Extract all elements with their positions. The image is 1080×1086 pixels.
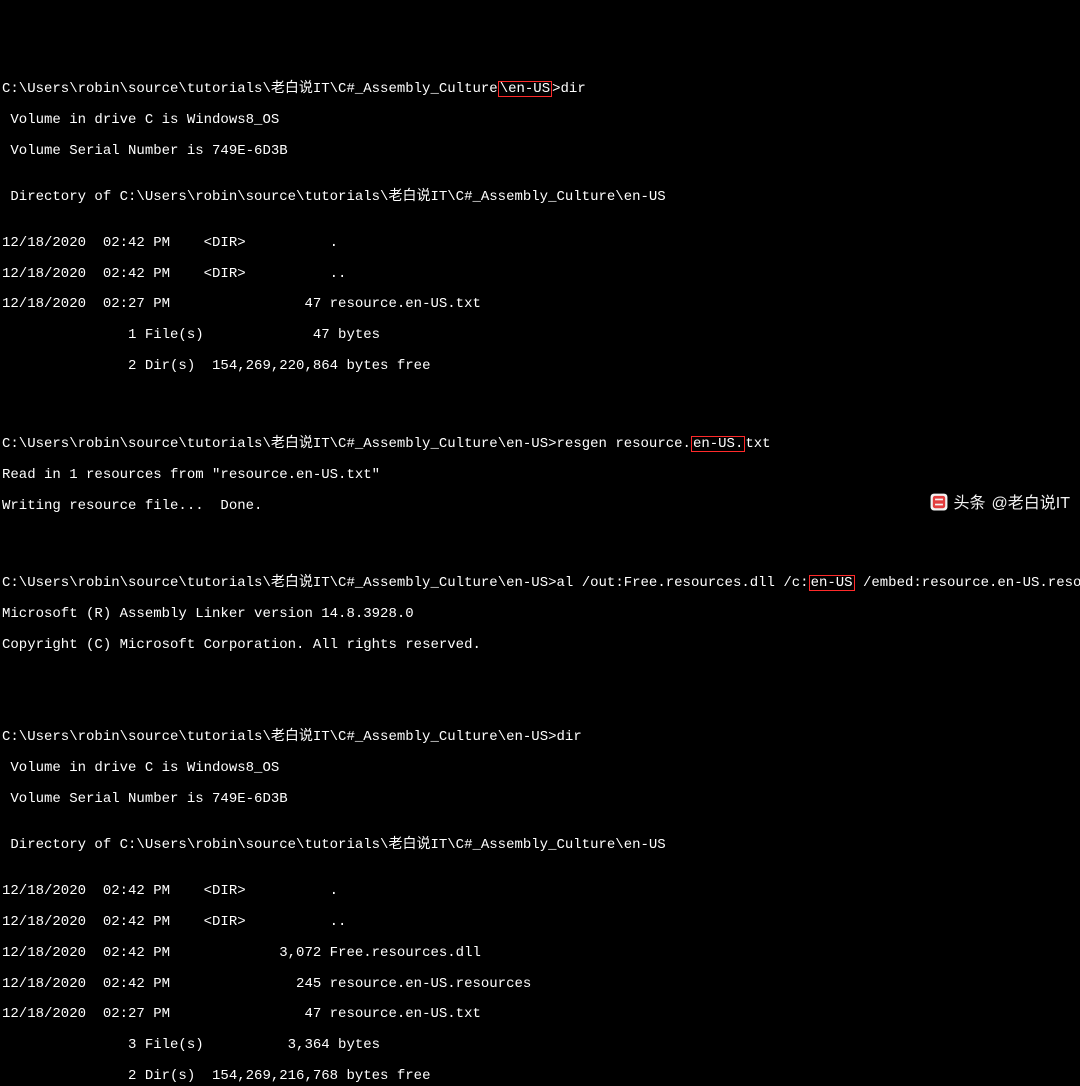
watermark-prefix: 头条 <box>954 495 986 513</box>
prompt-path: C:\Users\robin\source\tutorials\老白说IT\C#… <box>2 436 498 452</box>
prompt-line[interactable]: C:\Users\robin\source\tutorials\老白说IT\C#… <box>2 575 1078 591</box>
prompt-gt: > <box>548 729 556 745</box>
output-serial: Volume Serial Number is 749E-6D3B <box>2 792 1078 807</box>
prompt-line[interactable]: C:\Users\robin\source\tutorials\老白说IT\C#… <box>2 81 1078 97</box>
prompt-path: C:\Users\robin\source\tutorials\老白说IT\C#… <box>2 81 498 97</box>
output-serial: Volume Serial Number is 749E-6D3B <box>2 144 1078 159</box>
dir-summary: 2 Dir(s) 154,269,216,768 bytes free <box>2 1069 1078 1084</box>
dir-row: 12/18/2020 02:27 PM 47 resource.en-US.tx… <box>2 297 1078 312</box>
dir-row: 12/18/2020 02:42 PM <DIR> . <box>2 236 1078 251</box>
dir-row: 12/18/2020 02:42 PM <DIR> .. <box>2 915 1078 930</box>
prompt-path-suffix: \en-US <box>498 436 548 452</box>
cmd-dir: dir <box>561 81 586 97</box>
cmd-resgen-pre: resgen resource. <box>557 436 691 452</box>
prompt-gt: > <box>548 436 556 452</box>
prompt-line[interactable]: C:\Users\robin\source\tutorials\老白说IT\C#… <box>2 436 1078 452</box>
toutiao-icon <box>912 475 948 533</box>
output-volume: Volume in drive C is Windows8_OS <box>2 761 1078 776</box>
prompt-path-suffix: \en-US <box>498 729 548 745</box>
dir-summary: 2 Dir(s) 154,269,220,864 bytes free <box>2 359 1078 374</box>
output-dirof: Directory of C:\Users\robin\source\tutor… <box>2 838 1078 853</box>
dir-row: 12/18/2020 02:42 PM <DIR> . <box>2 884 1078 899</box>
watermark: 头条 @老白说IT <box>912 475 1070 533</box>
dir-summary: 3 File(s) 3,364 bytes <box>2 1038 1078 1053</box>
dir-row: 12/18/2020 02:42 PM <DIR> .. <box>2 267 1078 282</box>
dir-row: 12/18/2020 02:42 PM 245 resource.en-US.r… <box>2 977 1078 992</box>
dir-row: 12/18/2020 02:27 PM 47 resource.en-US.tx… <box>2 1007 1078 1022</box>
dir-summary: 1 File(s) 47 bytes <box>2 328 1078 343</box>
prompt-gt: > <box>552 81 560 97</box>
cmd-resgen-post: txt <box>745 436 770 452</box>
prompt-gt: > <box>548 575 556 591</box>
highlight-en-us-path: \en-US <box>498 81 552 97</box>
dir-row: 12/18/2020 02:42 PM 3,072 Free.resources… <box>2 946 1078 961</box>
output-volume: Volume in drive C is Windows8_OS <box>2 113 1078 128</box>
highlight-en-us-ext: en-US. <box>691 436 745 452</box>
output-dirof: Directory of C:\Users\robin\source\tutor… <box>2 190 1078 205</box>
al-output: Microsoft (R) Assembly Linker version 14… <box>2 607 1078 622</box>
prompt-path-suffix: \en-US <box>498 575 548 591</box>
prompt-path: C:\Users\robin\source\tutorials\老白说IT\C#… <box>2 575 498 591</box>
cmd-al-post: /embed:resource.en-US.resources <box>855 575 1080 591</box>
cmd-al-pre: al /out:Free.resources.dll /c: <box>557 575 809 591</box>
highlight-en-us-culture: en-US <box>809 575 855 591</box>
watermark-handle: @老白说IT <box>992 495 1070 513</box>
prompt-path: C:\Users\robin\source\tutorials\老白说IT\C#… <box>2 729 498 745</box>
prompt-line[interactable]: C:\Users\robin\source\tutorials\老白说IT\C#… <box>2 730 1078 745</box>
al-output: Copyright (C) Microsoft Corporation. All… <box>2 638 1078 653</box>
cmd-dir: dir <box>557 729 582 745</box>
